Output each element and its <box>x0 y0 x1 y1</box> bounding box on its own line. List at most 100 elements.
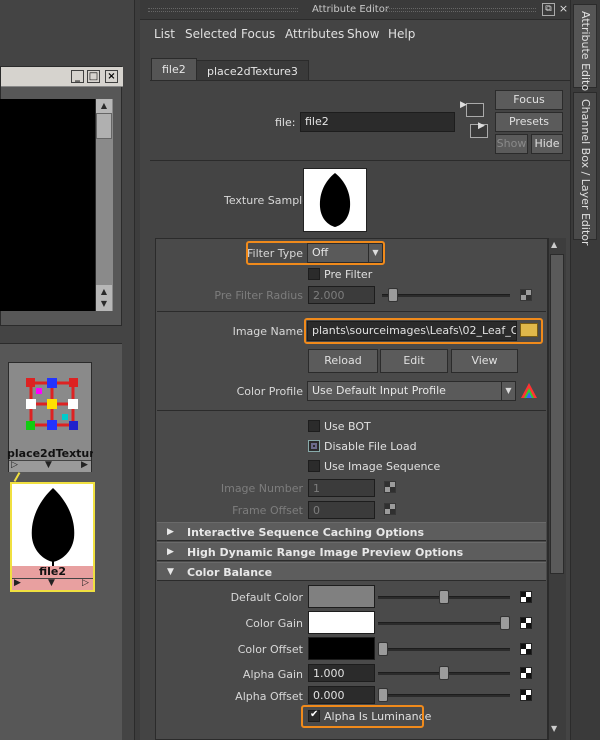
input-connection-icon[interactable]: ▶ <box>460 100 484 117</box>
leaf-sample-icon <box>319 173 351 227</box>
view-button[interactable]: View <box>451 349 518 373</box>
maximize-icon[interactable]: □ <box>87 70 100 83</box>
pre-filter-radius-slider-thumb[interactable] <box>387 288 398 302</box>
use-image-sequence-checkbox[interactable] <box>308 460 320 472</box>
disable-file-load-checkbox[interactable] <box>308 440 320 452</box>
color-gain-slider[interactable] <box>378 622 510 625</box>
pre-filter-radius-field[interactable]: 2.000 <box>308 286 375 304</box>
map-texture-icon[interactable] <box>384 503 396 515</box>
color-offset-label: Color Offset <box>237 643 303 656</box>
alpha-gain-label: Alpha Gain <box>242 668 303 681</box>
color-gain-swatch[interactable] <box>308 611 375 634</box>
scroll-bottom-icon[interactable]: ▼ <box>96 297 112 311</box>
grip-handle[interactable] <box>386 8 536 12</box>
menu-attributes[interactable]: Attributes <box>285 27 344 41</box>
scrollbar-thumb[interactable] <box>96 113 112 139</box>
port-down-icon[interactable]: ▼ <box>45 460 52 470</box>
file-node-ports[interactable]: ▶ ▼ ▷ <box>12 578 93 590</box>
hide-button[interactable]: Hide <box>531 134 563 154</box>
image-number-label: Image Number <box>220 482 303 495</box>
edit-button[interactable]: Edit <box>380 349 448 373</box>
image-number-field[interactable]: 1 <box>308 479 375 497</box>
texture-sample-label: Texture Sample <box>224 194 310 207</box>
chevron-down-icon: ▼ <box>501 382 515 400</box>
close-icon[interactable]: × <box>557 3 570 16</box>
map-texture-icon[interactable] <box>384 481 396 493</box>
disable-file-load-label: Disable File Load <box>324 440 417 453</box>
section-title: Color Balance <box>187 566 273 579</box>
attribute-scrollbar-thumb[interactable] <box>550 254 564 574</box>
color-profile-label: Color Profile <box>236 385 303 398</box>
place2d-node-ports[interactable]: ▷ ▼ ▶ <box>9 460 91 472</box>
grip-handle[interactable] <box>148 8 298 12</box>
scroll-up-icon[interactable]: ▲ <box>96 99 112 113</box>
floating-window-titlebar[interactable]: _ □ × <box>1 67 123 87</box>
place2d-node[interactable]: place2dTextur... ▷ ▼ ▶ <box>7 362 93 472</box>
color-management-icon[interactable] <box>520 382 538 400</box>
show-button[interactable]: Show <box>495 134 528 154</box>
color-gain-slider-thumb[interactable] <box>500 616 510 630</box>
focus-button[interactable]: Focus <box>495 90 563 110</box>
section-title: Interactive Sequence Caching Options <box>187 526 425 539</box>
port-right-icon[interactable]: ▷ <box>82 578 89 588</box>
pre-filter-label: Pre Filter <box>324 268 373 281</box>
map-texture-icon[interactable] <box>520 689 532 701</box>
alpha-offset-slider[interactable] <box>378 694 510 697</box>
section-color-balance[interactable]: ▼ Color Balance <box>157 562 546 581</box>
alpha-offset-field[interactable]: 0.000 <box>308 686 375 704</box>
side-tab-strip: Attribute Editor Channel Box / Layer Edi… <box>570 0 600 740</box>
viewport[interactable] <box>0 99 95 311</box>
menu-show[interactable]: Show <box>347 27 379 41</box>
tab-attribute-editor[interactable]: Attribute Editor <box>573 4 597 96</box>
map-texture-icon[interactable] <box>520 643 532 655</box>
color-profile-dropdown[interactable]: Use Default Input Profile ▼ <box>307 381 516 401</box>
port-left-icon[interactable]: ▶ <box>14 578 21 588</box>
file-node[interactable]: file2 ▶ ▼ ▷ <box>10 482 95 592</box>
tab-file2[interactable]: file2 <box>151 58 197 80</box>
file-name-input[interactable]: file2 <box>300 112 455 132</box>
alpha-gain-field[interactable]: 1.000 <box>308 664 375 682</box>
port-down-icon[interactable]: ▼ <box>48 578 55 588</box>
map-texture-icon[interactable] <box>520 591 532 603</box>
tab-place2dtexture3[interactable]: place2dTexture3 <box>196 60 309 80</box>
vertical-scrollbar[interactable]: ▲ ▲ ▼ <box>95 99 113 311</box>
color-offset-swatch[interactable] <box>308 637 375 660</box>
use-bot-checkbox[interactable] <box>308 420 320 432</box>
pre-filter-radius-slider[interactable] <box>382 294 510 297</box>
minimize-icon[interactable]: _ <box>71 70 84 83</box>
tab-channel-box[interactable]: Channel Box / Layer Editor <box>573 92 597 246</box>
menu-selected[interactable]: Selected <box>185 27 237 41</box>
chevron-down-icon: ▼ <box>167 567 174 577</box>
highlight-alpha-is-luminance <box>301 705 424 728</box>
pre-filter-checkbox[interactable] <box>308 268 320 280</box>
reload-button[interactable]: Reload <box>308 349 378 373</box>
output-connection-icon[interactable]: ▶ <box>470 121 488 138</box>
float-window-icon[interactable]: ⧉ <box>542 3 555 16</box>
alpha-offset-label: Alpha Offset <box>235 690 303 703</box>
alpha-gain-slider-thumb[interactable] <box>439 666 449 680</box>
port-left-icon[interactable]: ▷ <box>11 460 18 470</box>
color-offset-slider-thumb[interactable] <box>378 642 388 656</box>
map-texture-icon[interactable] <box>520 617 532 629</box>
map-texture-icon[interactable] <box>520 667 532 679</box>
default-color-slider-thumb[interactable] <box>439 590 449 604</box>
section-interactive-sequence-caching[interactable]: ▶ Interactive Sequence Caching Options <box>157 522 546 541</box>
close-icon[interactable]: × <box>105 70 118 83</box>
color-offset-slider[interactable] <box>378 648 510 651</box>
menu-list[interactable]: List <box>154 27 175 41</box>
frame-offset-field[interactable]: 0 <box>308 501 375 519</box>
attribute-editor-titlebar[interactable]: Attribute Editor ⧉ × <box>140 0 570 20</box>
file-node-label-bar: file2 <box>12 566 93 578</box>
port-right-icon[interactable]: ▶ <box>81 460 88 470</box>
highlight-image-name <box>304 318 543 344</box>
presets-button[interactable]: Presets <box>495 112 563 132</box>
texture-sample-swatch[interactable] <box>303 168 367 232</box>
scroll-up-icon[interactable]: ▲ <box>551 240 557 249</box>
default-color-swatch[interactable] <box>308 585 375 608</box>
scroll-down-icon[interactable]: ▼ <box>551 724 557 733</box>
alpha-offset-slider-thumb[interactable] <box>378 688 388 702</box>
menu-focus[interactable]: Focus <box>241 27 275 41</box>
menu-help[interactable]: Help <box>388 27 415 41</box>
map-texture-icon[interactable] <box>520 289 532 301</box>
section-hdr-image-preview[interactable]: ▶ High Dynamic Range Image Preview Optio… <box>157 542 546 561</box>
